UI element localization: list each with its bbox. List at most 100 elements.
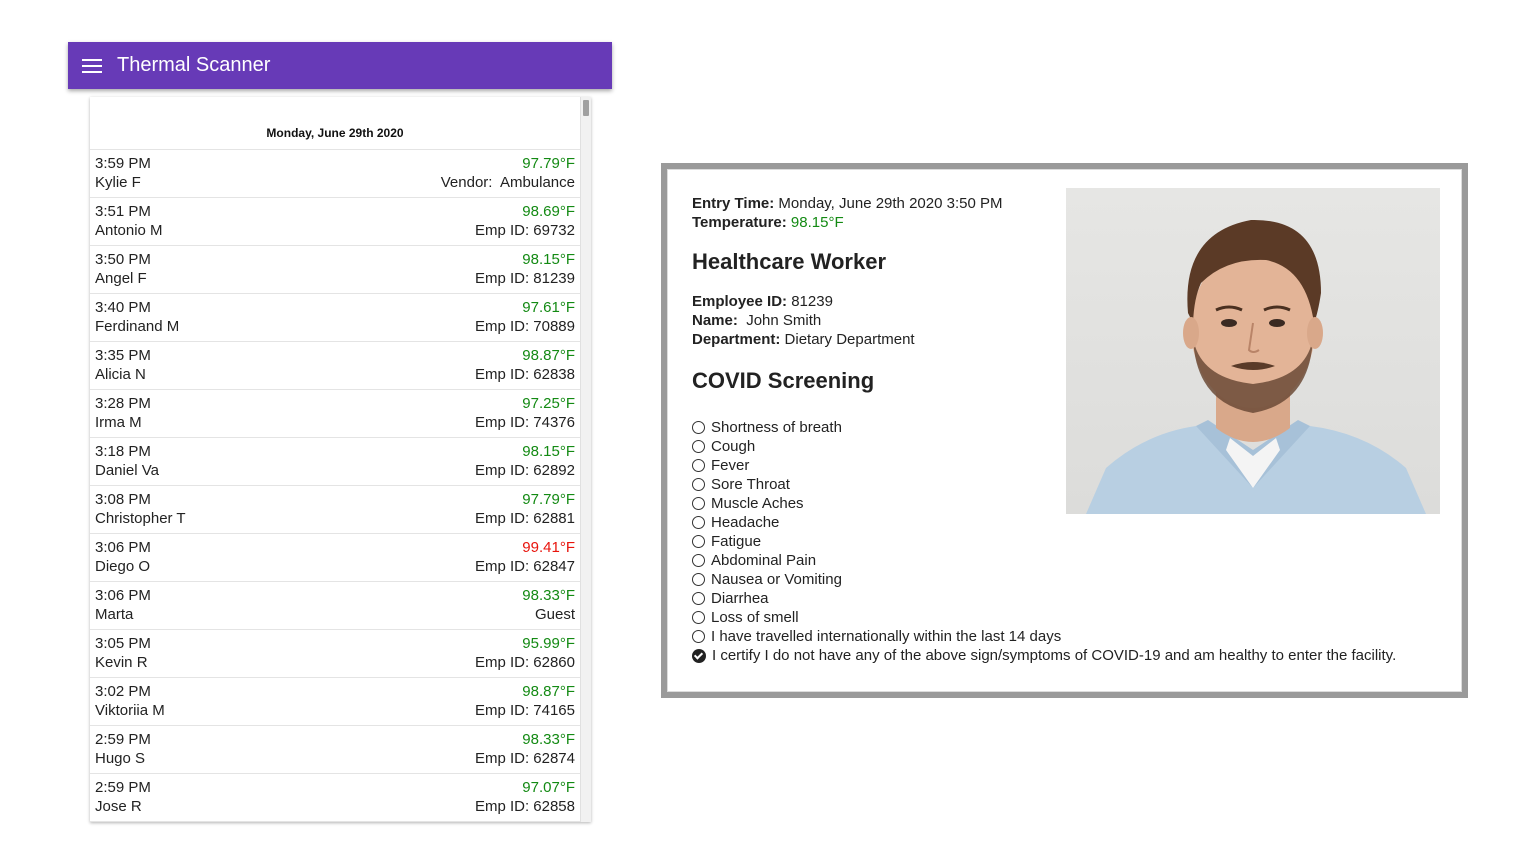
entry-temperature: 98.87°F: [522, 683, 575, 700]
screening-item-label: Cough: [711, 438, 756, 455]
screening-item[interactable]: I certify I do not have any of the above…: [692, 646, 1396, 665]
scan-list: Monday, June 29th 2020 3:59 PM 97.79°F Kyl…: [90, 97, 580, 822]
entry-temperature: 98.87°F: [522, 347, 575, 364]
entry-id: Emp ID: 62881: [474, 510, 575, 527]
screening-item-label: Fatigue: [711, 533, 762, 550]
entry-temperature: 98.15°F: [522, 251, 575, 268]
entry-temperature: 95.99°F: [522, 635, 575, 652]
entry-time: 3:06 PM: [95, 539, 151, 556]
list-item[interactable]: 3:35 PM 98.87°F Alicia N Emp ID: 62838: [90, 342, 580, 390]
radio-unchecked-icon[interactable]: [692, 440, 705, 453]
entry-id: Emp ID: 70889: [474, 318, 575, 335]
list-item[interactable]: 3:59 PM 97.79°F Kylie F Vendor: Ambulance: [90, 150, 580, 198]
entry-time: 3:59 PM: [95, 155, 151, 172]
list-item[interactable]: 3:05 PM 95.99°F Kevin R Emp ID: 62860: [90, 630, 580, 678]
department: Dietary Department: [784, 331, 915, 348]
entry-time: 3:18 PM: [95, 443, 151, 460]
entry-temperature: 97.25°F: [522, 395, 575, 412]
screening-item[interactable]: I have travelled internationally within …: [692, 627, 1396, 646]
entry-id: Vendor: Ambulance: [440, 174, 575, 191]
scan-list-panel: Monday, June 29th 2020 3:59 PM 97.79°F Kyl…: [90, 97, 591, 822]
entry-time: 2:59 PM: [95, 731, 151, 748]
entry-name: Angel F: [95, 270, 147, 287]
radio-unchecked-icon[interactable]: [692, 573, 705, 586]
scrollbar[interactable]: [580, 97, 591, 822]
list-item[interactable]: 3:40 PM 97.61°F Ferdinand M Emp ID: 70889: [90, 294, 580, 342]
temperature-label: Temperature:: [692, 214, 787, 231]
entry-id: Emp ID: 81239: [474, 270, 575, 287]
employee-id: 81239: [791, 293, 833, 310]
list-item[interactable]: 3:28 PM 97.25°F Irma M Emp ID: 74376: [90, 390, 580, 438]
list-item[interactable]: 3:18 PM 98.15°F Daniel Va Emp ID: 62892: [90, 438, 580, 486]
screening-item-label: Diarrhea: [711, 590, 769, 607]
temperature-value: 98.15°F: [790, 214, 844, 231]
entry-time: 3:50 PM: [95, 251, 151, 268]
screening-item-label: Abdominal Pain: [711, 552, 817, 569]
screening-item-label: Sore Throat: [711, 476, 790, 493]
entry-time: 2:59 PM: [95, 779, 151, 796]
entry-temperature: 98.33°F: [522, 587, 575, 604]
screening-item-label: Nausea or Vomiting: [711, 571, 842, 588]
entry-name: Daniel Va: [95, 462, 159, 479]
entry-id: Emp ID: 62874: [474, 750, 575, 767]
entry-time: 3:28 PM: [95, 395, 151, 412]
screening-item[interactable]: Headache: [692, 513, 1396, 532]
list-item[interactable]: 3:08 PM 97.79°F Christopher T Emp ID: 62881: [90, 486, 580, 534]
screening-item[interactable]: Nausea or Vomiting: [692, 570, 1396, 589]
radio-unchecked-icon[interactable]: [692, 421, 705, 434]
screening-item-label: Muscle Aches: [711, 495, 804, 512]
radio-unchecked-icon[interactable]: [692, 630, 705, 643]
entry-id: Emp ID: 62858: [474, 798, 575, 815]
list-item[interactable]: 3:02 PM 98.87°F Viktoriia M Emp ID: 74165: [90, 678, 580, 726]
entry-id: Emp ID: 62892: [474, 462, 575, 479]
entry-temperature: 98.69°F: [522, 203, 575, 220]
employee-photo: [1066, 188, 1440, 514]
entry-name: Hugo S: [95, 750, 146, 767]
list-item[interactable]: 2:59 PM 97.07°F Jose R Emp ID: 62858: [90, 774, 580, 822]
entry-name: Diego O: [95, 558, 151, 575]
entry-name: Kylie F: [95, 174, 141, 191]
radio-unchecked-icon[interactable]: [692, 459, 705, 472]
entry-temperature: 97.07°F: [522, 779, 575, 796]
radio-unchecked-icon[interactable]: [692, 516, 705, 529]
screening-item[interactable]: Fatigue: [692, 532, 1396, 551]
entry-time: 3:05 PM: [95, 635, 151, 652]
entry-name: Kevin R: [95, 654, 148, 671]
screening-item[interactable]: Loss of smell: [692, 608, 1396, 627]
radio-unchecked-icon[interactable]: [692, 592, 705, 605]
list-item[interactable]: 2:59 PM 98.33°F Hugo S Emp ID: 62874: [90, 726, 580, 774]
screening-item-label: Shortness of breath: [711, 419, 842, 436]
entry-name: Antonio M: [95, 222, 163, 239]
radio-unchecked-icon[interactable]: [692, 478, 705, 491]
entry-id: Guest: [534, 606, 575, 623]
screening-item-label: I certify I do not have any of the above…: [712, 647, 1397, 664]
app-title: Thermal Scanner: [117, 54, 271, 76]
screening-item-label: Headache: [711, 514, 780, 531]
screening-item-label: Fever: [711, 457, 750, 474]
radio-unchecked-icon[interactable]: [692, 554, 705, 567]
screening-item-label: Loss of smell: [711, 609, 799, 626]
radio-unchecked-icon[interactable]: [692, 611, 705, 624]
entry-id: Emp ID: 74165: [474, 702, 575, 719]
screening-item[interactable]: Diarrhea: [692, 589, 1396, 608]
list-item[interactable]: 3:50 PM 98.15°F Angel F Emp ID: 81239: [90, 246, 580, 294]
entry-id: Emp ID: 62847: [474, 558, 575, 575]
list-item[interactable]: 3:06 PM 99.41°F Diego O Emp ID: 62847: [90, 534, 580, 582]
employee-name: John Smith: [746, 312, 822, 329]
scrollbar-thumb[interactable]: [583, 100, 589, 116]
radio-unchecked-icon[interactable]: [692, 497, 705, 510]
entry-temperature: 97.79°F: [522, 155, 575, 172]
entry-name: Viktoriia M: [95, 702, 165, 719]
screening-item[interactable]: Abdominal Pain: [692, 551, 1396, 570]
name-label: Name:: [692, 312, 738, 329]
radio-unchecked-icon[interactable]: [692, 535, 705, 548]
hamburger-menu-icon[interactable]: [82, 58, 102, 73]
list-item[interactable]: 3:06 PM 98.33°F Marta Guest: [90, 582, 580, 630]
radio-checked-icon[interactable]: [692, 648, 706, 663]
entry-time: 3:02 PM: [95, 683, 151, 700]
employee-id-label: Employee ID:: [692, 293, 788, 310]
entry-name: Christopher T: [95, 510, 186, 527]
list-item[interactable]: 3:51 PM 98.69°F Antonio M Emp ID: 69732: [90, 198, 580, 246]
app-bar: Thermal Scanner: [68, 42, 612, 89]
entry-name: Jose R: [95, 798, 142, 815]
